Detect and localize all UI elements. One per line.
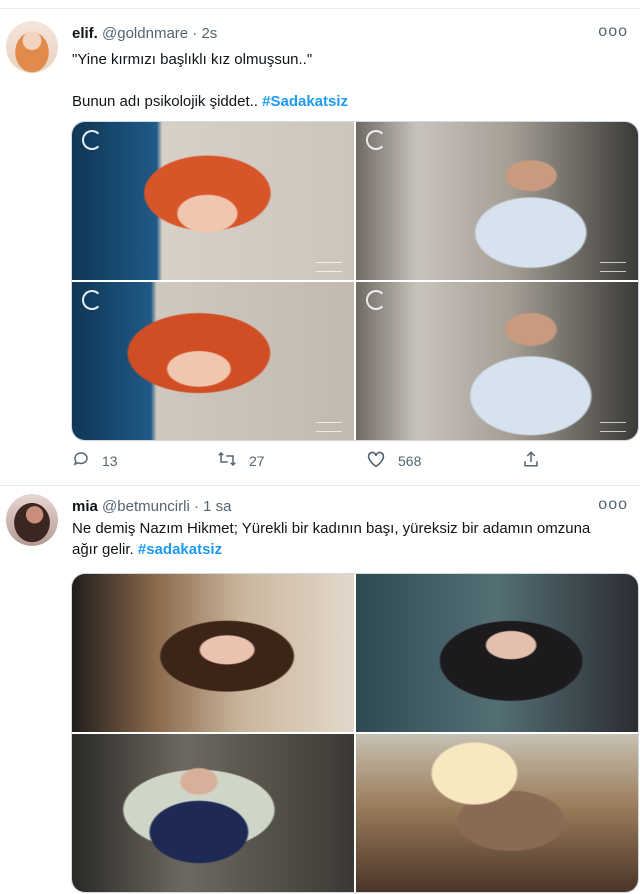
- timestamp[interactable]: 2s: [201, 25, 217, 42]
- watermark-icon: [600, 262, 626, 272]
- channel-logo-icon: [82, 290, 102, 310]
- tweet-header: mia @betmuncirli · 1 sa: [72, 498, 232, 515]
- user-handle[interactable]: @betmuncirli: [102, 498, 190, 515]
- media-image-3[interactable]: [72, 282, 354, 440]
- user-handle[interactable]: @goldnmare: [102, 25, 188, 42]
- media-image-4[interactable]: [356, 282, 638, 440]
- retweet-button[interactable]: 27: [217, 450, 265, 471]
- media-grid: [71, 573, 639, 893]
- reply-button[interactable]: 13: [72, 450, 118, 471]
- channel-logo-icon: [366, 290, 386, 310]
- tweet-text: "Yine kırmızı başlıklı kız olmuşsun.." B…: [72, 49, 612, 112]
- tweet-1[interactable]: elif. @goldnmare · 2s ooo "Yine kırmızı …: [0, 9, 640, 486]
- like-button[interactable]: 568: [366, 450, 421, 471]
- media-image-2[interactable]: [356, 574, 638, 732]
- tweet-text-body: Bunun adı psikolojik şiddet..: [72, 93, 263, 110]
- separator: ·: [192, 25, 198, 42]
- media-image-1[interactable]: [72, 574, 354, 732]
- retweet-icon: [217, 450, 237, 471]
- media-image-2[interactable]: [356, 122, 638, 280]
- top-divider: [0, 0, 640, 9]
- share-button[interactable]: [522, 450, 552, 471]
- hashtag-link[interactable]: #sadakatsiz: [138, 541, 222, 558]
- display-name[interactable]: elif.: [72, 25, 98, 42]
- watermark-icon: [600, 422, 626, 432]
- action-bar: 13 27 568: [72, 450, 592, 474]
- display-name[interactable]: mia: [72, 498, 98, 515]
- more-options-icon[interactable]: ooo: [598, 23, 628, 41]
- watermark-icon: [316, 422, 342, 432]
- avatar[interactable]: [6, 494, 58, 546]
- tweet-text: Ne demiş Nazım Hikmet; Yürekli bir kadın…: [72, 518, 612, 560]
- hashtag-link[interactable]: #Sadakatsiz: [262, 93, 348, 110]
- retweet-count: 27: [249, 452, 265, 469]
- channel-logo-icon: [366, 130, 386, 150]
- heart-icon: [366, 450, 386, 471]
- timestamp[interactable]: 1 sa: [203, 498, 231, 515]
- media-image-1[interactable]: [72, 122, 354, 280]
- separator: ·: [193, 498, 199, 515]
- like-count: 568: [398, 452, 422, 469]
- channel-logo-icon: [82, 130, 102, 150]
- tweet-text-line-1: "Yine kırmızı başlıklı kız olmuşsun..": [72, 51, 313, 68]
- media-grid: [71, 121, 639, 441]
- media-image-3[interactable]: [72, 734, 354, 892]
- more-options-icon[interactable]: ooo: [598, 496, 628, 514]
- reply-icon: [72, 450, 90, 471]
- avatar[interactable]: [6, 21, 58, 73]
- tweet-text-line-2: Bunun adı psikolojik şiddet.. #Sadakatsi…: [72, 91, 612, 112]
- watermark-icon: [316, 262, 342, 272]
- reply-count: 13: [102, 452, 118, 469]
- media-image-4[interactable]: [356, 734, 638, 892]
- tweet-2[interactable]: mia @betmuncirli · 1 sa ooo Ne demiş Naz…: [0, 486, 640, 894]
- tweet-header: elif. @goldnmare · 2s: [72, 25, 217, 42]
- share-icon: [522, 450, 540, 471]
